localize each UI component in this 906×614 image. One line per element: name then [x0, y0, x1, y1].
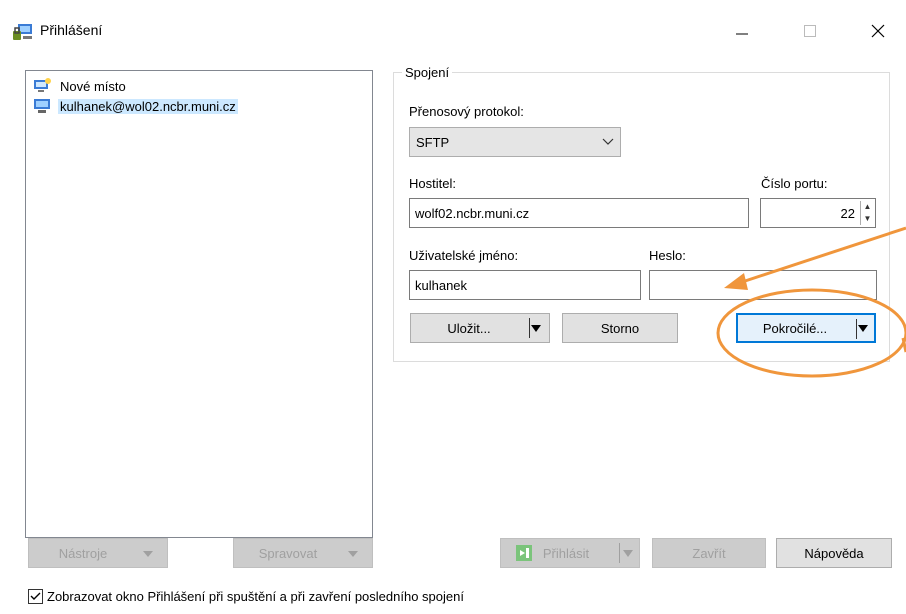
- advanced-button-label: Pokročilé...: [762, 320, 828, 336]
- spin-up-icon[interactable]: ▲: [861, 201, 874, 213]
- port-spinner[interactable]: ▲ ▼: [860, 201, 874, 225]
- port-value: 22: [840, 205, 855, 221]
- protocol-select[interactable]: SFTP: [409, 127, 621, 157]
- help-button-label: Nápověda: [804, 545, 864, 561]
- user-input[interactable]: kulhanek: [409, 270, 641, 300]
- cancel-button-label: Storno: [600, 320, 640, 336]
- login-button[interactable]: Přihlásit: [500, 538, 640, 568]
- maximize-icon: [804, 25, 816, 37]
- checkmark-icon: [30, 592, 41, 600]
- advanced-button[interactable]: Pokročilé...: [736, 313, 876, 343]
- save-button[interactable]: Uložit...: [410, 313, 550, 343]
- tools-button[interactable]: Nástroje: [28, 538, 168, 568]
- save-button-label: Uložit...: [447, 320, 491, 336]
- dropdown-arrow-icon[interactable]: [531, 325, 541, 333]
- show-login-checkbox-label: Zobrazovat okno Přihlášení při spuštění …: [47, 589, 464, 604]
- port-label: Číslo portu:: [761, 176, 828, 191]
- dropdown-arrow-icon[interactable]: [858, 325, 868, 333]
- close-button[interactable]: [854, 14, 902, 48]
- tree-item-label: Nové místo: [60, 78, 126, 94]
- password-input[interactable]: [649, 270, 877, 300]
- window-title: Přihlášení: [40, 22, 103, 38]
- close-icon: [871, 24, 885, 38]
- host-value: wolf02.ncbr.muni.cz: [415, 205, 530, 221]
- maximize-button[interactable]: [786, 14, 834, 48]
- protocol-value: SFTP: [416, 134, 450, 150]
- login-button-label: Přihlásit: [542, 545, 590, 561]
- dropdown-arrow-icon: [143, 551, 153, 557]
- user-label: Uživatelské jméno:: [409, 248, 519, 263]
- manage-button[interactable]: Spravovat: [233, 538, 373, 568]
- close-dialog-button[interactable]: Zavřít: [652, 538, 766, 568]
- tree-item-label: kulhanek@wol02.ncbr.muni.cz: [58, 98, 238, 114]
- chevron-down-icon: [602, 138, 614, 145]
- dropdown-arrow-icon: [623, 550, 633, 557]
- user-value: kulhanek: [415, 277, 468, 293]
- port-input[interactable]: 22 ▲ ▼: [760, 198, 876, 228]
- help-button[interactable]: Nápověda: [776, 538, 892, 568]
- show-login-checkbox-row[interactable]: Zobrazovat okno Přihlášení při spuštění …: [28, 589, 464, 604]
- minimize-button[interactable]: [718, 14, 766, 48]
- show-login-checkbox[interactable]: [28, 589, 43, 604]
- login-icon: [516, 545, 532, 561]
- minimize-icon: [736, 33, 748, 35]
- manage-button-label: Spravovat: [258, 545, 318, 561]
- close-dialog-button-label: Zavřít: [692, 545, 726, 561]
- password-label: Heslo:: [649, 248, 686, 263]
- dropdown-arrow-icon: [348, 551, 358, 557]
- title-bar: Přihlášení: [0, 0, 906, 62]
- cancel-button[interactable]: Storno: [562, 313, 678, 343]
- new-site-icon: [34, 78, 51, 92]
- protocol-label: Přenosový protokol:: [409, 104, 524, 119]
- site-tree[interactable]: Nové místo kulhanek@wol02.ncbr.muni.cz: [25, 70, 373, 538]
- tools-button-label: Nástroje: [58, 545, 108, 561]
- tree-item-new-site[interactable]: Nové místo: [32, 77, 128, 95]
- app-icon: [12, 22, 34, 42]
- computer-icon: [34, 99, 50, 113]
- tree-item-saved-site[interactable]: kulhanek@wol02.ncbr.muni.cz: [32, 97, 238, 115]
- spin-down-icon[interactable]: ▼: [861, 213, 874, 225]
- connection-group-label: Spojení: [402, 65, 453, 80]
- host-label: Hostitel:: [409, 176, 456, 191]
- host-input[interactable]: wolf02.ncbr.muni.cz: [409, 198, 749, 228]
